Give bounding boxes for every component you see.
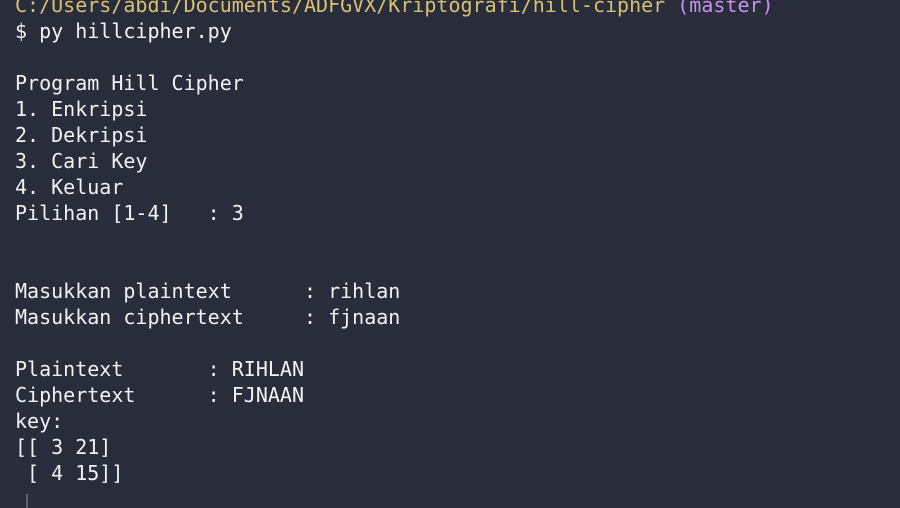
git-branch: (master) (677, 0, 774, 17)
plaintext-input-line: Masukkan plaintext : rihlan (15, 279, 401, 303)
terminal-cursor (26, 493, 28, 508)
terminal-window[interactable]: C:/Users/abdi/Documents/ADFGVX/Kriptogra… (0, 0, 900, 508)
menu-option-4: 4. Keluar (15, 175, 124, 199)
path-text: C:/Users/abdi/Documents/ADFGVX/Kriptogra… (15, 0, 666, 17)
command-text: py hillcipher.py (39, 19, 232, 43)
menu-option-3: 3. Cari Key (15, 149, 148, 173)
key-matrix-row-2: [ 4 15]] (15, 461, 124, 485)
menu-option-1: 1. Enkripsi (15, 97, 148, 121)
choice-line: Pilihan [1-4] : 3 (15, 201, 244, 225)
cursor-line (15, 486, 895, 508)
ciphertext-result-line: Ciphertext : FJNAAN (15, 383, 304, 407)
ciphertext-input-line: Masukkan ciphertext : fjnaan (15, 305, 401, 329)
prompt-sign: $ (15, 19, 28, 43)
program-title: Program Hill Cipher (15, 71, 244, 95)
plaintext-result-line: Plaintext : RIHLAN (15, 357, 304, 381)
key-label-line: key: (15, 409, 64, 433)
terminal-output: C:/Users/abdi/Documents/ADFGVX/Kriptogra… (15, 0, 895, 508)
menu-option-2: 2. Dekripsi (15, 123, 148, 147)
path-line: C:/Users/abdi/Documents/ADFGVX/Kriptogra… (15, 0, 895, 18)
command-line: $ py hillcipher.py (15, 18, 895, 44)
key-matrix-row-1: [[ 3 21] (15, 435, 112, 459)
